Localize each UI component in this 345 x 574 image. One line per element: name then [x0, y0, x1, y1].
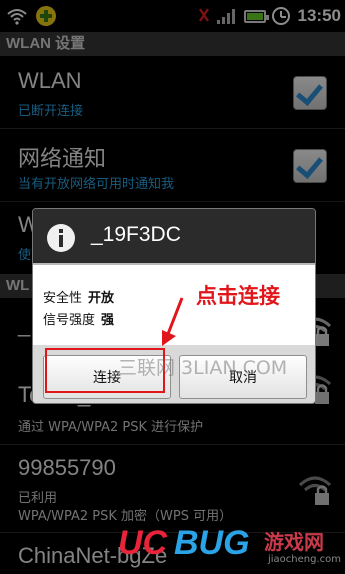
info-icon [47, 224, 75, 252]
signal-label: 信号强度 [43, 313, 96, 328]
logo-url: jiaocheng.com [268, 554, 342, 565]
security-line: 安全性 开放 [43, 287, 114, 306]
signal-line: 信号强度强 [43, 309, 114, 328]
logo-cn: 游戏网 [264, 530, 324, 554]
security-label: 安全性 [43, 291, 83, 306]
ucbug-logo: UC BUG 游戏网 jiaocheng.com [118, 518, 342, 572]
dialog-header: _19F3DC [33, 209, 315, 265]
logo-uc: UC [118, 524, 168, 562]
annotation-text: 点击连接 [196, 284, 280, 308]
security-value: 开放 [88, 291, 115, 306]
watermark: 三联网 3LIAN.COM [118, 357, 288, 379]
logo-bug: BUG [174, 524, 250, 562]
dialog-title: _19F3DC [91, 223, 181, 246]
signal-value: 强 [101, 313, 115, 328]
